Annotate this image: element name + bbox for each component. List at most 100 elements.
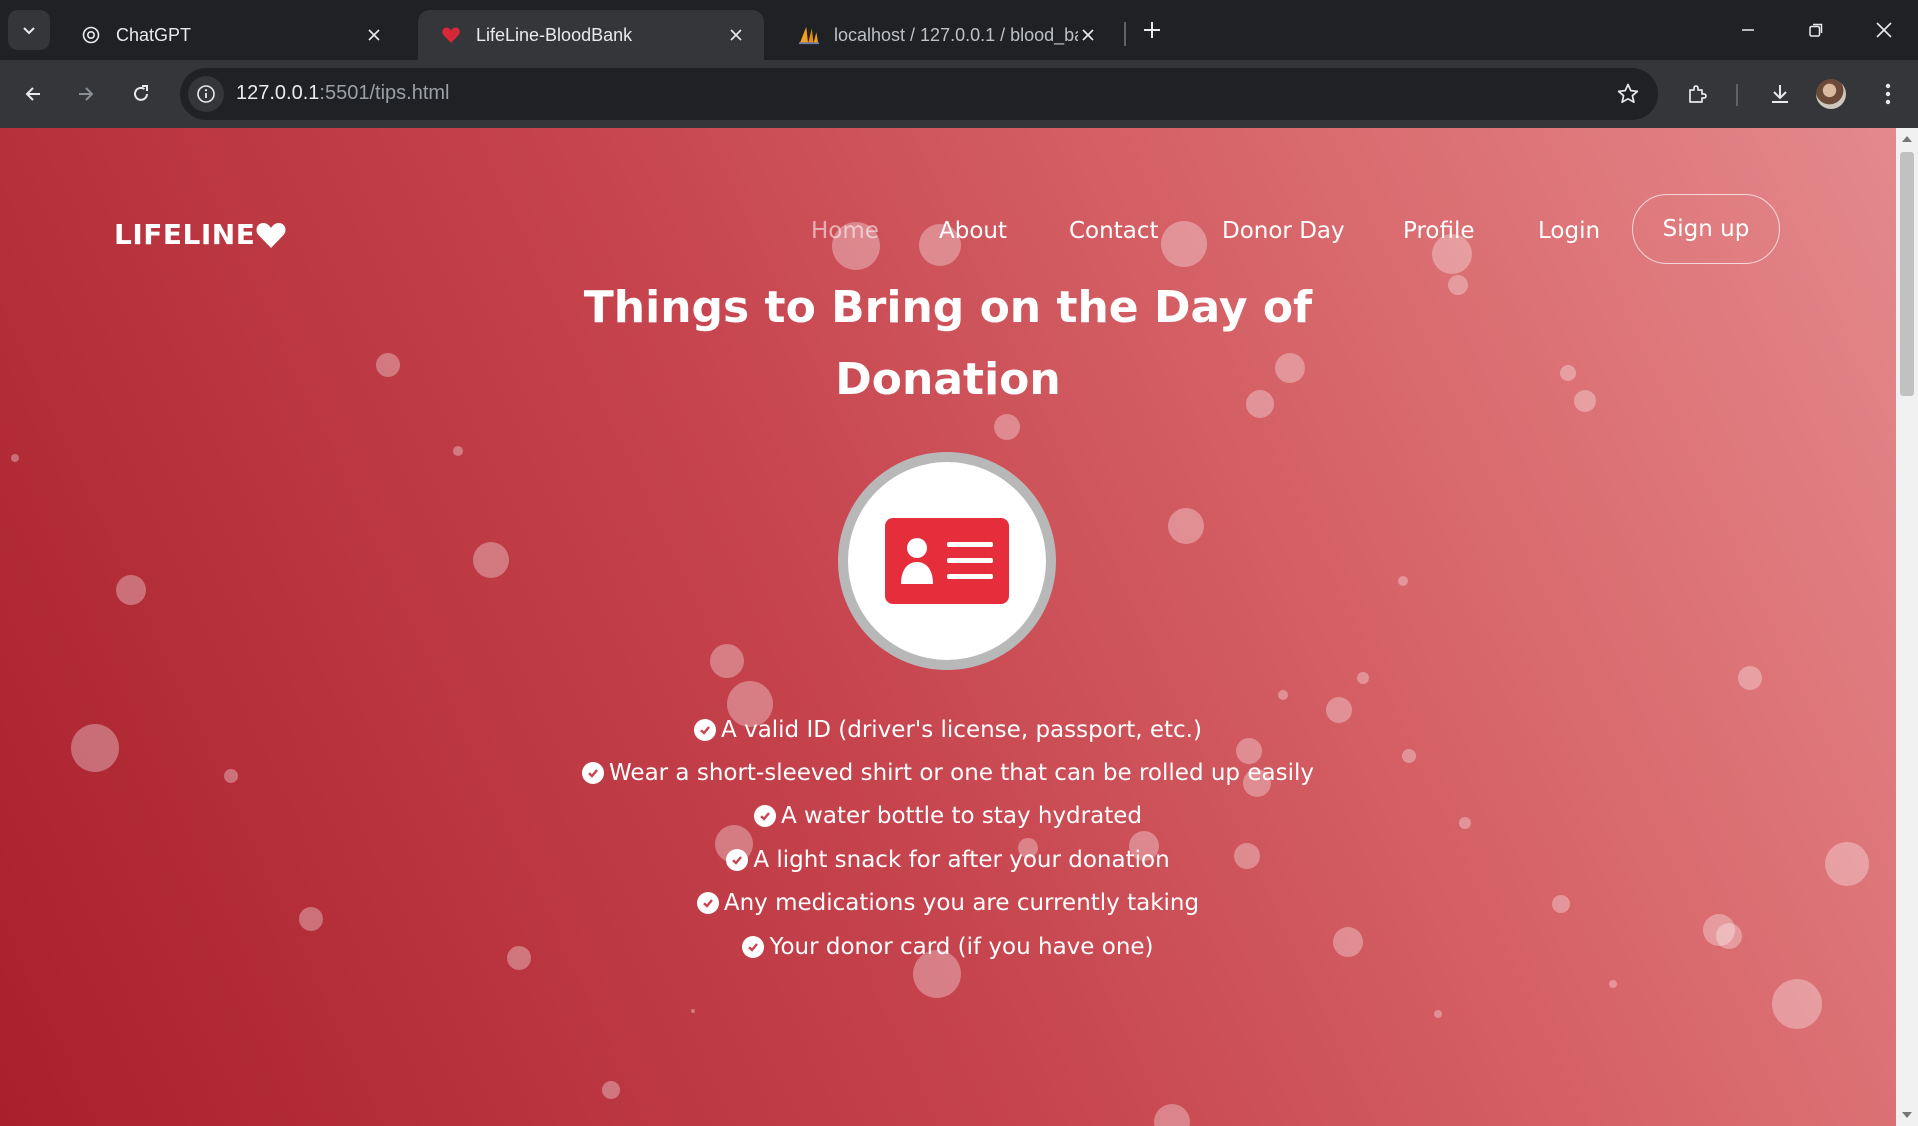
nav-profile[interactable]: Profile [1403,218,1475,244]
decorative-bubble [453,446,463,456]
id-card-icon [885,518,1009,604]
page-title: Things to Bring on the Day of Donation [548,272,1348,416]
id-card-illustration [838,452,1056,670]
reload-button[interactable] [121,74,161,114]
check-circle-icon [582,762,605,785]
decorative-bubble [71,724,119,772]
tab-title: localhost / 127.0.0.1 / blood_ba [834,24,1078,45]
list-item-text: A valid ID (driver's license, passport, … [721,716,1202,743]
browser-menu-button[interactable] [1868,74,1908,114]
decorative-bubble [1357,672,1369,684]
reload-icon [134,85,148,101]
list-item: Your donor card (if you have one) [448,925,1448,968]
decorative-bubble [1716,923,1742,949]
decorative-bubble [116,575,146,605]
scroll-down-arrow[interactable] [1902,1112,1912,1118]
decorative-bubble [602,1081,620,1099]
site-info-button[interactable] [188,76,224,112]
items-to-bring-list: A valid ID (driver's license, passport, … [448,708,1448,968]
nav-about[interactable]: About [939,218,1007,244]
url-host: 127.0.0.1 [236,82,320,104]
downloads-button[interactable] [1760,74,1800,114]
decorative-bubble [1825,842,1869,886]
page-title-line-2: Donation [835,354,1061,405]
tab-lifeline-bloodbank[interactable]: LifeLine-BloodBank [418,10,764,60]
decorative-bubble [1459,817,1471,829]
check-circle-icon [742,935,765,958]
address-bar[interactable]: 127.0.0.1:5501/tips.html [180,68,1658,120]
toolbar-divider [1736,84,1738,106]
decorative-bubble [224,769,238,783]
profile-avatar[interactable] [1816,79,1846,109]
page-viewport: LIFELINE Home About Contact Donor Day Pr… [0,128,1896,1126]
close-tab-icon[interactable] [364,25,384,45]
plus-icon [1144,22,1160,38]
scroll-up-arrow[interactable] [1902,136,1912,142]
decorative-bubble [1398,576,1408,586]
browser-toolbar: 127.0.0.1:5501/tips.html [0,60,1918,128]
decorative-bubble [1278,690,1288,700]
page-title-line-1: Things to Bring on the Day of [583,282,1313,333]
nav-login[interactable]: Login [1538,218,1600,244]
extensions-button[interactable] [1678,74,1718,114]
decorative-bubble [299,907,323,931]
more-vertical-icon [1885,83,1891,105]
signup-button[interactable]: Sign up [1632,194,1780,264]
forward-button[interactable] [66,74,106,114]
minimize-icon [1742,29,1754,31]
decorative-bubble [11,454,19,462]
tab-chatgpt[interactable]: ChatGPT [58,10,402,60]
decorative-bubble [1560,365,1576,381]
decorative-bubble [1738,666,1762,690]
minimize-button[interactable] [1720,8,1776,52]
tab-title: ChatGPT [116,24,192,45]
list-item: A light snack for after your donation [448,838,1448,881]
tab-separator [1124,22,1126,46]
decorative-bubble [473,542,509,578]
decorative-bubble [1552,895,1570,913]
decorative-bubble [1609,980,1617,988]
heart-icon [440,24,462,46]
logo-text: LIFELINE [114,218,256,251]
check-circle-icon [726,848,749,871]
close-tab-icon[interactable] [726,25,746,45]
site-logo[interactable]: LIFELINE [114,218,287,251]
decorative-bubble [1772,979,1822,1029]
list-item: Wear a short-sleeved shirt or one that c… [448,751,1448,794]
tab-search-button[interactable] [8,10,50,50]
arrow-right-icon [79,87,94,101]
restore-button[interactable] [1788,8,1844,52]
url-text[interactable]: 127.0.0.1:5501/tips.html [236,82,450,105]
page-scrollbar[interactable] [1896,128,1918,1126]
tab-phpmyadmin[interactable]: localhost / 127.0.0.1 / blood_ba [776,10,1116,60]
list-item-text: Wear a short-sleeved shirt or one that c… [609,760,1314,787]
decorative-bubble [691,1009,695,1013]
scroll-thumb[interactable] [1900,152,1914,396]
close-icon [1876,22,1892,38]
check-circle-icon [754,805,776,828]
list-item: Any medications you are currently taking [448,882,1448,925]
decorative-bubble [1161,221,1207,267]
restore-icon [1809,23,1823,37]
decorative-bubble [376,353,400,377]
nav-home[interactable]: Home [811,218,879,244]
decorative-bubble [710,644,744,678]
new-tab-button[interactable] [1136,14,1168,46]
list-item-text: Your donor card (if you have one) [769,933,1154,960]
tab-strip: ChatGPT LifeLine-BloodBank localhost / 1… [0,0,1918,60]
decorative-bubble [1434,1010,1442,1018]
arrow-left-icon [25,87,40,101]
nav-contact[interactable]: Contact [1069,218,1158,244]
bookmark-button[interactable] [1614,80,1642,108]
close-tab-icon[interactable] [1078,25,1098,45]
url-path: :5501/tips.html [319,82,450,104]
list-item-text: Any medications you are currently taking [723,890,1200,917]
list-item-text: A light snack for after your donation [753,846,1170,873]
decorative-bubble [1448,275,1468,295]
check-circle-icon [694,718,717,741]
decorative-bubble [994,414,1020,440]
nav-donor-day[interactable]: Donor Day [1222,218,1345,244]
back-button[interactable] [13,74,53,114]
close-window-button[interactable] [1856,8,1912,52]
info-icon [197,85,215,103]
